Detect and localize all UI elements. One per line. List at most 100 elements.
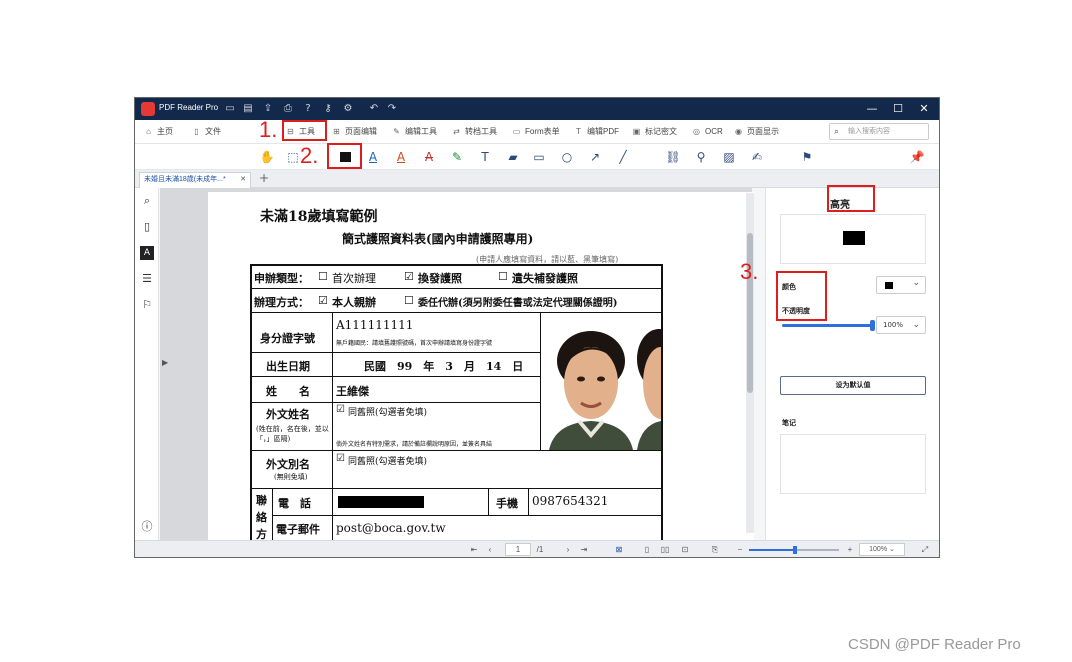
- minimize-icon[interactable]: —: [859, 98, 885, 120]
- app-name: PDF Reader Pro: [159, 103, 219, 112]
- new-tab-icon[interactable]: +: [259, 171, 269, 185]
- collapse-left-icon[interactable]: ▶: [162, 358, 168, 367]
- checkbox-renew[interactable]: ☑: [404, 270, 414, 283]
- portrait-image: [549, 313, 661, 450]
- hand-icon[interactable]: ✋: [259, 149, 275, 165]
- underline-icon[interactable]: A: [393, 149, 409, 165]
- signature-icon[interactable]: ✍: [749, 149, 765, 165]
- share-icon[interactable]: ⇪: [261, 102, 275, 116]
- search-input[interactable]: ⌕ 输入搜索内容: [829, 123, 929, 140]
- search-sidebar-icon[interactable]: ⌕: [140, 194, 154, 208]
- bookmark-tool-icon[interactable]: ⚑: [799, 149, 815, 165]
- export-icon[interactable]: ⎘: [709, 543, 721, 557]
- strikethrough-icon[interactable]: A: [421, 149, 437, 165]
- convert-icon: ⇄: [453, 127, 460, 136]
- zoom-dropdown[interactable]: 100% ⌄: [859, 543, 905, 556]
- undo-icon[interactable]: ↶: [367, 102, 381, 116]
- key-icon[interactable]: ⚷: [321, 102, 335, 116]
- document-tab[interactable]: 未婚且未滿18歲(未成年...* ✕: [139, 172, 251, 188]
- vertical-scrollbar[interactable]: [746, 193, 754, 533]
- pin-icon[interactable]: 📌: [909, 149, 925, 165]
- menu-redact[interactable]: ▣ 标记密文: [631, 124, 677, 140]
- fullscreen-icon[interactable]: ⤢: [919, 543, 931, 557]
- maximize-icon[interactable]: ☐: [885, 98, 911, 120]
- stamp-icon[interactable]: ⚲: [693, 149, 709, 165]
- menu-edit-pdf[interactable]: T 编辑PDF: [573, 124, 619, 140]
- two-page-icon[interactable]: ▯▯: [659, 543, 671, 557]
- menu-form[interactable]: ▭ Form表单: [511, 124, 560, 140]
- set-default-button[interactable]: 设为默认值: [780, 376, 926, 395]
- checkbox-self[interactable]: ☑: [318, 294, 328, 307]
- circle-icon[interactable]: ○: [559, 149, 575, 165]
- form-title: 簡式護照資料表(國內申請護照專用): [342, 232, 534, 246]
- menu-convert[interactable]: ⇄ 转档工具: [451, 124, 497, 140]
- redo-icon[interactable]: ↷: [385, 102, 399, 116]
- page-number-input[interactable]: 1: [505, 543, 531, 556]
- image-icon[interactable]: ▨: [721, 149, 737, 165]
- menu-file[interactable]: ▯ 文件: [191, 124, 221, 140]
- menu-edit-tools[interactable]: ✎ 编辑工具: [391, 124, 437, 140]
- last-page-icon[interactable]: ⇥: [579, 543, 589, 557]
- text-box-icon[interactable]: T: [477, 149, 493, 165]
- menu-ocr-label: OCR: [705, 127, 723, 136]
- id-label: 身分證字號: [260, 332, 315, 345]
- help-icon[interactable]: ?: [301, 102, 315, 116]
- first-page-icon[interactable]: ⇤: [469, 543, 479, 557]
- select-box-icon[interactable]: ⬚: [285, 149, 301, 165]
- menu-home[interactable]: ⌂ 主页: [143, 124, 173, 140]
- zoom-slider[interactable]: [749, 546, 839, 554]
- link-icon[interactable]: ⛓: [665, 149, 681, 165]
- outline-icon[interactable]: ☰: [140, 272, 154, 286]
- single-page-icon[interactable]: ▯: [641, 543, 653, 557]
- line-icon[interactable]: ╱: [615, 149, 631, 165]
- annotation-list-icon[interactable]: A: [140, 246, 154, 260]
- menu-page-display[interactable]: ◉ 页面显示: [733, 124, 779, 140]
- checkbox-agent[interactable]: ☐: [404, 294, 414, 307]
- opacity-dropdown[interactable]: 100% ⌄: [876, 316, 926, 334]
- color-dropdown[interactable]: ⌄: [876, 276, 926, 294]
- step-3-highlight: [776, 271, 827, 321]
- next-page-icon[interactable]: ›: [563, 543, 573, 557]
- open-folder-icon[interactable]: ▭: [223, 102, 237, 116]
- page-thumbnails-icon[interactable]: ▯: [140, 220, 154, 234]
- zoom-slider-handle[interactable]: [793, 546, 797, 554]
- scroll-thumb[interactable]: [747, 233, 753, 393]
- email-label: 電子郵件: [276, 523, 320, 536]
- page-total: /1: [536, 545, 544, 554]
- redact-icon: ▣: [632, 127, 641, 136]
- prev-page-icon[interactable]: ‹: [485, 543, 495, 557]
- dob-value: 民國 99 年 3 月 14 日: [364, 360, 524, 373]
- opt-lost-label: 遺失補發護照: [512, 272, 578, 285]
- checkbox-first[interactable]: ☐: [318, 270, 328, 283]
- save-icon[interactable]: ▤: [241, 102, 255, 116]
- notes-textarea[interactable]: [780, 434, 926, 494]
- close-icon[interactable]: ✕: [911, 98, 937, 120]
- bookmark-icon[interactable]: ⚐: [140, 298, 154, 312]
- close-tab-icon[interactable]: ✕: [240, 173, 246, 187]
- rectangle-icon[interactable]: ▭: [531, 149, 547, 165]
- opacity-slider[interactable]: [782, 320, 875, 331]
- checkbox-same-old-1[interactable]: ☑: [336, 404, 345, 415]
- reading-mode-icon[interactable]: ⊡: [679, 543, 691, 557]
- preview-swatch: [843, 231, 865, 245]
- checkbox-same-old-2[interactable]: ☑: [336, 453, 345, 464]
- text-color-icon[interactable]: A: [365, 149, 381, 165]
- contact-label: 聯絡方: [256, 494, 267, 541]
- text-edit-icon: T: [576, 127, 581, 136]
- menu-ocr[interactable]: ◎ OCR: [691, 124, 723, 140]
- zoom-out-icon[interactable]: −: [735, 543, 745, 557]
- settings-icon[interactable]: ⚙: [341, 102, 355, 116]
- step-3-label: 3.: [740, 259, 759, 284]
- arrow-icon[interactable]: ↗: [587, 149, 603, 165]
- note-icon[interactable]: ▰: [505, 149, 521, 165]
- menu-file-label: 文件: [205, 127, 221, 136]
- fit-page-icon[interactable]: ⊠: [613, 543, 625, 557]
- menu-page-edit[interactable]: ⊞ 页面编辑: [331, 124, 377, 140]
- checkbox-lost[interactable]: ☐: [498, 270, 508, 283]
- opacity-slider-handle[interactable]: [870, 320, 875, 331]
- pen-icon[interactable]: ✎: [449, 149, 465, 165]
- zoom-in-icon[interactable]: +: [845, 543, 855, 557]
- print-icon[interactable]: ⎙: [281, 102, 295, 116]
- info-icon[interactable]: ⓘ: [140, 520, 154, 534]
- dob-label: 出生日期: [266, 360, 310, 373]
